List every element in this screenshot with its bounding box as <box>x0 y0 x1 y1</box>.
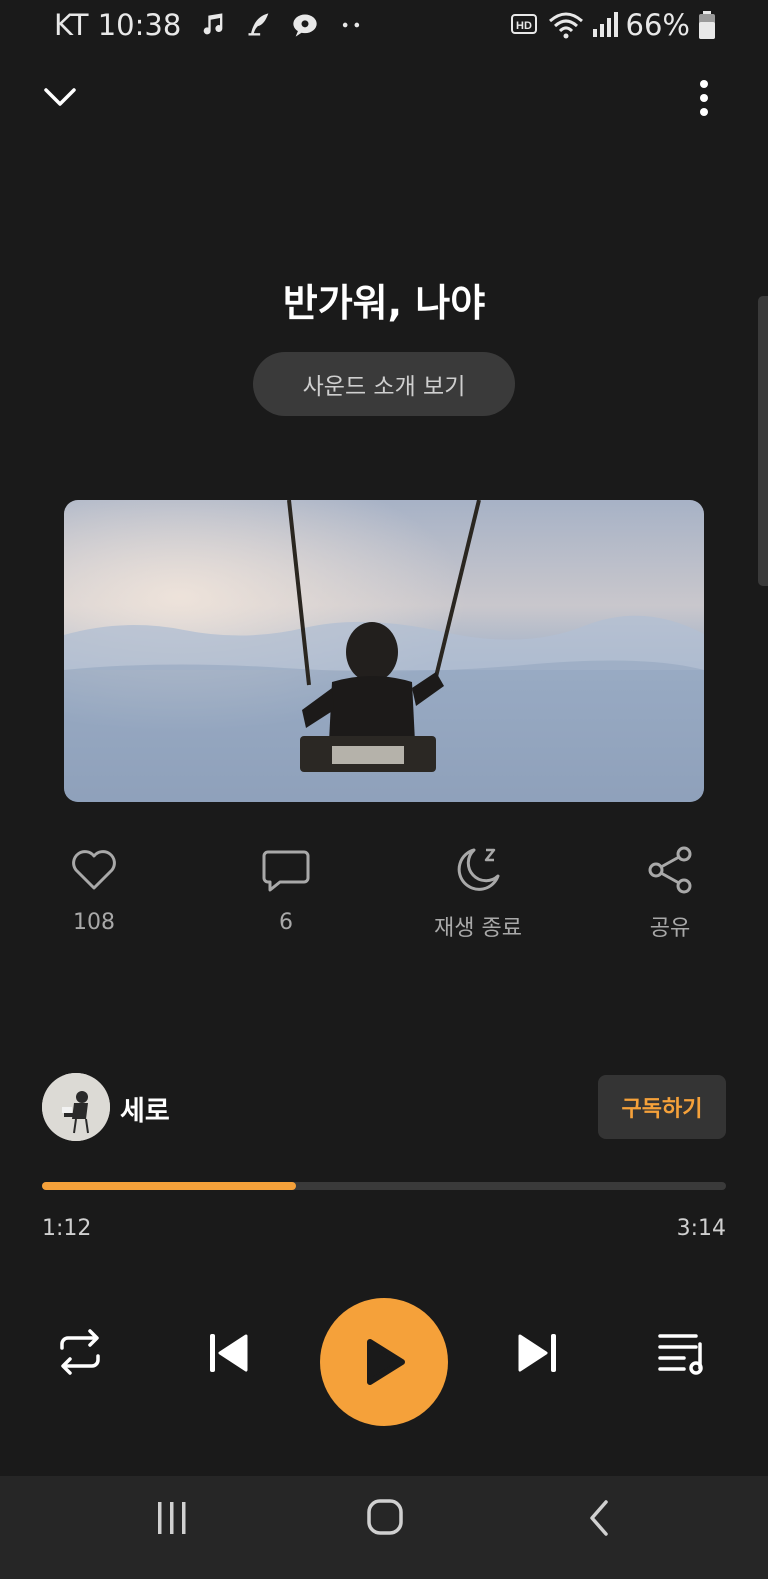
system-nav-bar <box>0 1476 768 1579</box>
elapsed-time: 1:12 <box>42 1216 92 1241</box>
share-icon <box>648 846 692 894</box>
battery-percent: 66% <box>625 8 690 42</box>
status-text: KT 10:38 <box>54 8 182 42</box>
more-vertical-icon[interactable] <box>690 76 718 120</box>
next-track-icon[interactable] <box>514 1330 560 1376</box>
artist-name[interactable]: 세로 <box>120 1089 170 1128</box>
sleep-timer-button[interactable]: 재생 종료 <box>398 842 558 952</box>
status-right: HD 66% <box>510 8 716 42</box>
cover-image <box>64 500 704 802</box>
subscribe-button[interactable]: 구독하기 <box>598 1075 726 1139</box>
total-time: 3:14 <box>676 1216 726 1241</box>
like-count: 108 <box>73 910 115 935</box>
artist-row: 세로 구독하기 <box>42 1073 726 1143</box>
status-left: KT 10:38 <box>54 8 365 42</box>
back-icon[interactable] <box>586 1498 614 1538</box>
battery-icon <box>699 11 715 39</box>
avatar[interactable] <box>42 1073 110 1141</box>
quill-icon <box>248 13 269 36</box>
heart-icon <box>72 850 116 890</box>
share-button[interactable]: 공유 <box>590 842 750 952</box>
play-icon <box>367 1339 405 1385</box>
sleep-timer-label: 재생 종료 <box>434 916 522 941</box>
artist-avatar-image <box>42 1073 110 1141</box>
sound-intro-button[interactable]: 사운드 소개 보기 <box>253 352 515 416</box>
repeat-icon[interactable] <box>54 1326 106 1378</box>
swing-silhouette-image <box>64 500 704 802</box>
moon-sleep-icon <box>457 848 500 891</box>
hd-badge-text: HD <box>516 20 532 32</box>
scrollbar[interactable] <box>758 296 768 586</box>
track-title: 반가워, 나야 <box>282 281 486 325</box>
comment-count: 6 <box>279 910 293 935</box>
progress-bar[interactable] <box>42 1182 726 1190</box>
status-bar: KT 10:38 HD 66% <box>0 0 768 56</box>
signal-icon <box>592 12 618 37</box>
more-dots-icon <box>343 22 360 28</box>
action-row: 108 6 재생 종료 공유 <box>0 842 768 952</box>
wifi-icon <box>548 12 583 39</box>
progress-fill <box>42 1182 296 1190</box>
share-label: 공유 <box>649 916 691 941</box>
music-note-icon <box>203 13 223 35</box>
recent-apps-icon[interactable] <box>156 1500 188 1536</box>
chevron-down-icon[interactable] <box>40 80 80 116</box>
playlist-icon[interactable] <box>656 1328 710 1376</box>
comment-icon <box>262 850 310 892</box>
chat-bubble-icon <box>293 14 317 37</box>
home-icon[interactable] <box>366 1498 404 1536</box>
comment-button[interactable]: 6 <box>206 842 366 952</box>
hd-voice-icon: HD <box>510 14 537 34</box>
play-button[interactable] <box>320 1298 448 1426</box>
like-button[interactable]: 108 <box>14 842 174 952</box>
previous-track-icon[interactable] <box>206 1330 252 1376</box>
